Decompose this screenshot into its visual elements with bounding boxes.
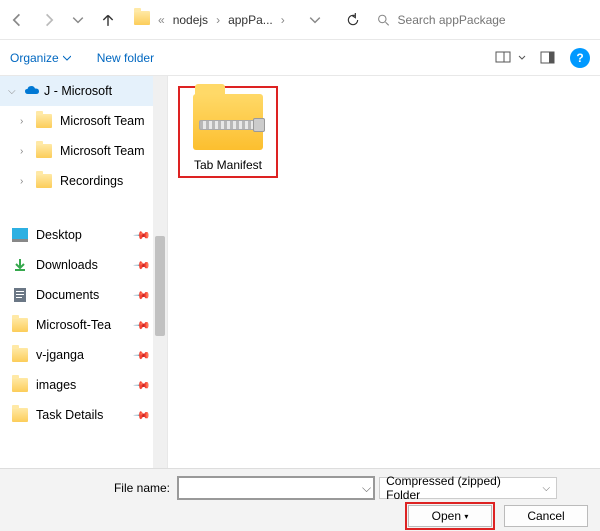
tree-label: J - Microsoft bbox=[44, 84, 112, 98]
onedrive-icon bbox=[24, 83, 40, 99]
file-type-filter[interactable]: Compressed (zipped) Folder bbox=[379, 477, 557, 499]
qa-label: Microsoft-Tea bbox=[36, 318, 111, 332]
scroll-thumb[interactable] bbox=[155, 236, 165, 336]
chevron-right-icon: › bbox=[20, 176, 32, 187]
tree-label: Microsoft Team bbox=[60, 114, 145, 128]
chevron-right-icon: › bbox=[20, 116, 32, 127]
open-button[interactable]: Open ▾ bbox=[408, 505, 492, 527]
address-dropdown[interactable] bbox=[301, 6, 329, 34]
up-button[interactable] bbox=[94, 6, 122, 34]
tree-item[interactable]: › Recordings bbox=[0, 166, 167, 196]
file-pane[interactable]: Tab Manifest bbox=[168, 76, 600, 468]
filename-input[interactable] bbox=[178, 477, 374, 499]
recent-dropdown[interactable] bbox=[64, 6, 92, 34]
pin-icon: 📌 bbox=[133, 256, 152, 275]
nav-bar: « nodejs › appPa... › bbox=[0, 0, 600, 40]
tree-label: Recordings bbox=[60, 174, 123, 188]
breadcrumb-part[interactable]: appPa... bbox=[228, 13, 273, 27]
help-button[interactable]: ? bbox=[570, 48, 590, 68]
chevron-right-icon: › bbox=[216, 13, 220, 27]
forward-button[interactable] bbox=[34, 6, 62, 34]
qa-label: Desktop bbox=[36, 228, 82, 242]
qa-label: images bbox=[36, 378, 76, 392]
folder-icon bbox=[12, 348, 28, 362]
chevron-right-icon: › bbox=[281, 13, 285, 27]
quick-access-item[interactable]: Downloads 📌 bbox=[0, 250, 167, 280]
folder-icon bbox=[134, 11, 150, 28]
back-button[interactable] bbox=[4, 6, 32, 34]
quick-access-item[interactable]: Documents 📌 bbox=[0, 280, 167, 310]
quick-access-item[interactable]: v-jganga 📌 bbox=[0, 340, 167, 370]
tree-item[interactable]: › Microsoft Team bbox=[0, 136, 167, 166]
pin-icon: 📌 bbox=[133, 376, 152, 395]
search-box[interactable] bbox=[377, 12, 590, 28]
pin-icon: 📌 bbox=[133, 316, 152, 335]
pin-icon: 📌 bbox=[133, 346, 152, 365]
quick-access-item[interactable]: Task Details 📌 bbox=[0, 400, 167, 430]
folder-icon bbox=[36, 174, 52, 188]
sidebar: ⌵ J - Microsoft › Microsoft Team › Micro… bbox=[0, 76, 168, 468]
pin-icon: 📌 bbox=[133, 406, 152, 425]
tree-item[interactable]: › Microsoft Team bbox=[0, 106, 167, 136]
cancel-button[interactable]: Cancel bbox=[504, 505, 588, 527]
breadcrumb-part[interactable]: nodejs bbox=[173, 13, 208, 27]
preview-pane-button[interactable] bbox=[538, 48, 558, 68]
tree-label: Microsoft Team bbox=[60, 144, 145, 158]
pin-icon: 📌 bbox=[133, 226, 152, 245]
chevron-right-icon: › bbox=[20, 146, 32, 157]
qa-label: Downloads bbox=[36, 258, 98, 272]
qa-label: Documents bbox=[36, 288, 99, 302]
folder-icon bbox=[36, 114, 52, 128]
folder-icon bbox=[12, 408, 28, 422]
desktop-icon bbox=[12, 227, 28, 243]
download-icon bbox=[12, 257, 28, 273]
qa-label: Task Details bbox=[36, 408, 103, 422]
footer: File name: ⌵ Compressed (zipped) Folder … bbox=[0, 468, 600, 531]
view-options-button[interactable] bbox=[494, 48, 514, 68]
filter-label: Compressed (zipped) Folder bbox=[386, 474, 538, 502]
quick-access-item[interactable]: images 📌 bbox=[0, 370, 167, 400]
document-icon bbox=[12, 287, 28, 303]
filename-label: File name: bbox=[10, 481, 170, 495]
breadcrumb[interactable]: « nodejs › appPa... › bbox=[134, 11, 285, 28]
chevron-down-icon: ⌵ bbox=[8, 86, 20, 97]
zip-folder-icon bbox=[193, 94, 263, 150]
chevron-down-icon bbox=[63, 54, 71, 62]
search-icon bbox=[377, 13, 390, 27]
tree-root-onedrive[interactable]: ⌵ J - Microsoft bbox=[0, 76, 167, 106]
search-input[interactable] bbox=[396, 12, 590, 28]
chevron-left-icon: « bbox=[158, 13, 165, 27]
new-folder-button[interactable]: New folder bbox=[97, 51, 154, 65]
sidebar-scrollbar[interactable] bbox=[153, 76, 167, 468]
quick-access-item[interactable]: Desktop 📌 bbox=[0, 220, 167, 250]
body: ⌵ J - Microsoft › Microsoft Team › Micro… bbox=[0, 76, 600, 468]
qa-label: v-jganga bbox=[36, 348, 84, 362]
folder-icon bbox=[12, 378, 28, 392]
chevron-down-icon bbox=[518, 54, 526, 62]
organize-button[interactable]: Organize bbox=[10, 51, 71, 65]
quick-access: Desktop 📌 Downloads 📌 Documents 📌 Micros… bbox=[0, 220, 167, 430]
file-item-tab-manifest[interactable]: Tab Manifest bbox=[178, 86, 278, 178]
pin-icon: 📌 bbox=[133, 286, 152, 305]
refresh-button[interactable] bbox=[339, 6, 367, 34]
file-label: Tab Manifest bbox=[182, 158, 274, 172]
folder-icon bbox=[12, 318, 28, 332]
quick-access-item[interactable]: Microsoft-Tea 📌 bbox=[0, 310, 167, 340]
folder-icon bbox=[36, 144, 52, 158]
split-chevron-icon: ▾ bbox=[464, 512, 468, 521]
toolbar: Organize New folder ? bbox=[0, 40, 600, 76]
